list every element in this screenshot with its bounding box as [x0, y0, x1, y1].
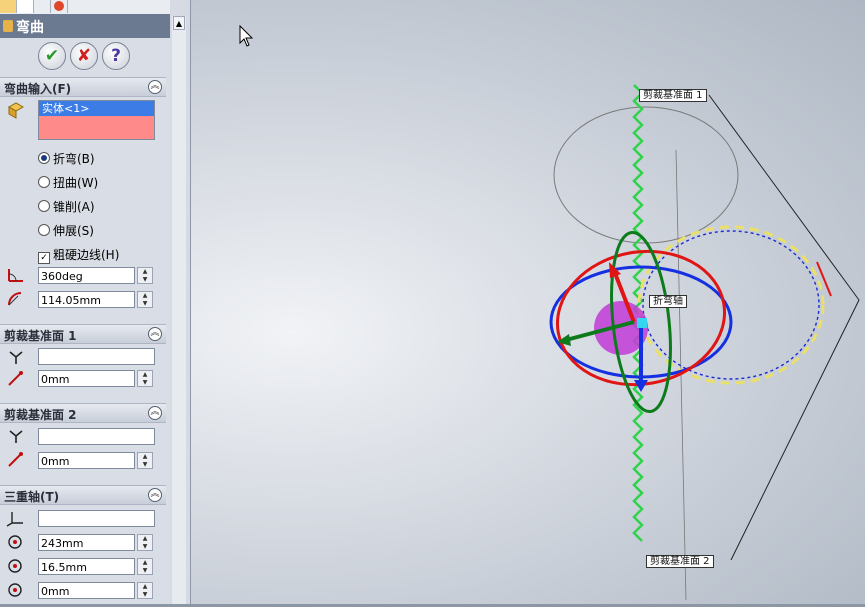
tab-property-manager[interactable] — [17, 0, 34, 13]
trim-plane-1-spinner[interactable]: ▲ ▼ — [137, 370, 153, 387]
triad-z-input[interactable]: 0mm — [38, 582, 135, 599]
triad-y-input[interactable]: 16.5mm — [38, 558, 135, 575]
end-marker — [816, 261, 832, 297]
trim-plane-1-reference[interactable] — [38, 348, 155, 365]
reference-entity-icon — [9, 430, 23, 443]
option-taper[interactable]: 锥削(A) — [38, 198, 95, 215]
option-label: 锥削(A) — [53, 200, 95, 214]
section-title: 剪裁基准面 1 — [4, 329, 77, 343]
trim-plane-2-distance[interactable]: 0mm — [38, 452, 135, 469]
trim-plane-1-label[interactable]: 剪裁基准面 1 — [639, 89, 707, 102]
triad-origin[interactable] — [637, 318, 647, 328]
page-title: 弯曲 — [16, 20, 44, 36]
radio-icon — [38, 200, 50, 212]
feature-title-bar: 弯曲 — [0, 14, 170, 38]
option-fold[interactable]: 折弯(B) — [38, 150, 95, 167]
section-title: 三重轴(T) — [4, 490, 60, 504]
mouse-cursor-icon — [239, 24, 254, 47]
y-coordinate-icon — [8, 559, 22, 573]
check-icon: ✔ — [44, 46, 60, 66]
dimxpert-icon — [54, 1, 64, 11]
triad-z-spinner[interactable]: ▲ ▼ — [137, 582, 153, 599]
bodies-icon — [7, 102, 25, 119]
section-title: 弯曲输入(F) — [4, 82, 72, 96]
triad-x-spinner[interactable]: ▲ ▼ — [137, 534, 153, 551]
model-graphics[interactable] — [191, 0, 865, 604]
option-stretch[interactable]: 伸展(S) — [38, 222, 94, 239]
reference-entity-icon — [9, 351, 23, 364]
triad-x-input[interactable]: 243mm — [38, 534, 135, 551]
collapse-icon[interactable]: ︽ — [148, 80, 162, 94]
list-item[interactable]: 实体<1> — [39, 101, 154, 116]
collapse-icon[interactable]: ︽ — [148, 488, 162, 502]
radius-icon — [8, 292, 22, 306]
manager-tabs — [0, 0, 170, 15]
help-icon: ? — [111, 46, 121, 66]
section-title: 剪裁基准面 2 — [4, 408, 77, 422]
triad-icon — [6, 512, 23, 527]
distance-icon — [8, 371, 23, 386]
trim-plane-2-reference[interactable] — [38, 428, 155, 445]
section-trim-plane-1[interactable]: 剪裁基准面 1 ︽ — [0, 324, 166, 344]
action-buttons: ✔ ✘ ? — [0, 40, 170, 74]
option-label: 伸展(S) — [53, 224, 94, 238]
close-icon: ✘ — [76, 46, 92, 66]
trim-plane-2-label[interactable]: 剪裁基准面 2 — [646, 555, 714, 568]
collapse-icon[interactable]: ︽ — [148, 406, 162, 420]
radius-spinner[interactable]: ▲ ▼ — [137, 291, 153, 308]
section-bend-input[interactable]: 弯曲输入(F) ︽ — [0, 77, 166, 97]
triad-reference[interactable] — [38, 510, 155, 527]
option-label: 扭曲(W) — [53, 176, 99, 190]
graphics-viewport[interactable]: 剪裁基准面 1 剪裁基准面 2 折弯轴 — [191, 0, 865, 604]
radius-input[interactable]: 114.05mm — [38, 291, 135, 308]
z-coordinate-icon — [8, 583, 22, 597]
triad-y-spinner[interactable]: ▲ ▼ — [137, 558, 153, 575]
distance-icon — [8, 452, 23, 467]
angle-input[interactable]: 360deg — [38, 267, 135, 284]
radio-icon — [38, 176, 50, 188]
collapse-icon[interactable]: ︽ — [148, 327, 162, 341]
tab-configuration-manager[interactable] — [34, 0, 51, 13]
trim-plane-1-distance[interactable]: 0mm — [38, 370, 135, 387]
bend-axis-label[interactable]: 折弯轴 — [649, 295, 687, 308]
flex-feature-icon — [3, 20, 13, 32]
angle-icon — [8, 269, 23, 282]
help-button[interactable]: ? — [102, 42, 130, 70]
x-coordinate-icon — [8, 535, 22, 549]
bodies-list[interactable]: 实体<1> — [38, 100, 155, 140]
cancel-button[interactable]: ✘ — [70, 42, 98, 70]
scroll-up-button[interactable]: ▲ — [173, 16, 185, 30]
property-manager: 弯曲 ✔ ✘ ? 弯曲输入(F) ︽ 实体<1> 折弯(B) 扭曲(W) 锥削(… — [0, 0, 171, 604]
ok-button[interactable]: ✔ — [38, 42, 66, 70]
radio-icon — [38, 152, 50, 164]
panel-scrollbar[interactable]: ▲ — [172, 16, 186, 604]
option-twist[interactable]: 扭曲(W) — [38, 174, 98, 191]
tab-dimxpert-manager[interactable] — [51, 0, 68, 13]
radio-icon — [38, 224, 50, 236]
option-label: 折弯(B) — [53, 152, 95, 166]
section-trim-plane-2[interactable]: 剪裁基准面 2 ︽ — [0, 403, 166, 423]
checkbox-icon: ✓ — [38, 252, 50, 264]
angle-spinner[interactable]: ▲ ▼ — [137, 267, 153, 284]
trim-plane-outline — [553, 106, 739, 244]
trim-plane-2-spinner[interactable]: ▲ ▼ — [137, 452, 153, 469]
tab-feature-manager[interactable] — [0, 0, 17, 13]
hard-edges-checkbox[interactable]: ✓ 粗硬边线(H) — [38, 246, 119, 264]
checkbox-label: 粗硬边线(H) — [53, 248, 120, 262]
section-triad[interactable]: 三重轴(T) ︽ — [0, 485, 166, 505]
